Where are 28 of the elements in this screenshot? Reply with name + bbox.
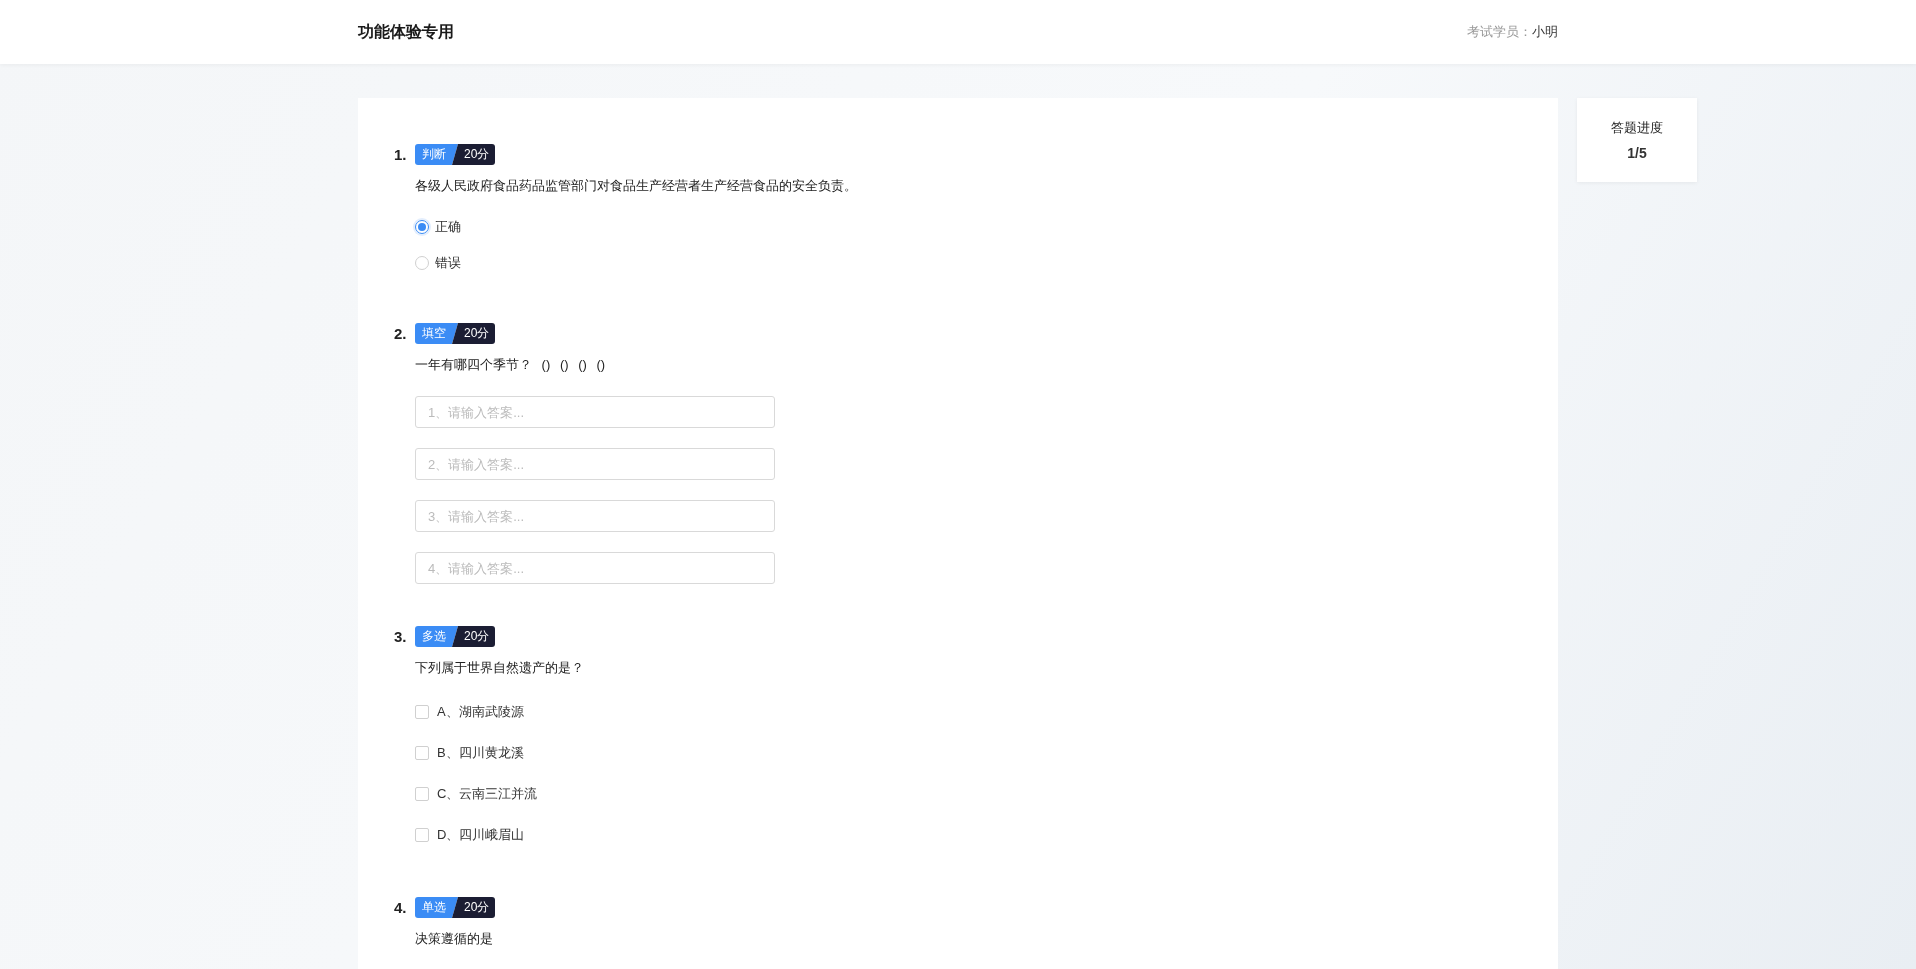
answer-field[interactable]: 4、请输入答案... — [415, 552, 775, 584]
option-label[interactable]: C、云南三江并流 — [437, 784, 538, 803]
user-name: 小明 — [1532, 23, 1558, 41]
progress-title: 答题进度 — [1611, 119, 1663, 137]
option-label[interactable]: D、四川峨眉山 — [437, 825, 525, 844]
progress-value: 1/5 — [1627, 145, 1647, 161]
question-text: 各级人民政府食品药品监管部门对食品生产经营者生产经营食品的安全负责。 — [415, 177, 858, 195]
question-number: 2. — [394, 325, 408, 342]
answer-field[interactable]: 1、请输入答案... — [415, 396, 775, 428]
answer-field[interactable]: 2、请输入答案... — [415, 448, 775, 480]
option-label[interactable]: 错误 — [435, 254, 461, 272]
question-number: 3. — [394, 628, 408, 645]
question-text: 一年有哪四个季节？ () () () () — [415, 356, 607, 374]
question-text: 决策遵循的是 — [415, 930, 494, 948]
user-label: 考试学员： — [1467, 23, 1532, 41]
checkbox[interactable] — [415, 786, 429, 801]
question-number: 4. — [394, 899, 408, 916]
answer-field[interactable]: 3、请输入答案... — [415, 500, 775, 532]
checkbox[interactable] — [415, 745, 429, 760]
checkbox[interactable] — [415, 704, 429, 719]
option-label[interactable]: B、四川黄龙溪 — [437, 743, 524, 762]
option-label[interactable]: 正确 — [435, 218, 461, 236]
site-title: 功能体验专用 — [358, 21, 454, 42]
radio-button[interactable] — [415, 220, 429, 234]
question-number: 1. — [394, 146, 408, 163]
option-label[interactable]: A、湖南武陵源 — [437, 702, 524, 721]
question-text: 下列属于世界自然遗产的是？ — [415, 659, 585, 677]
checkbox[interactable] — [415, 827, 429, 842]
